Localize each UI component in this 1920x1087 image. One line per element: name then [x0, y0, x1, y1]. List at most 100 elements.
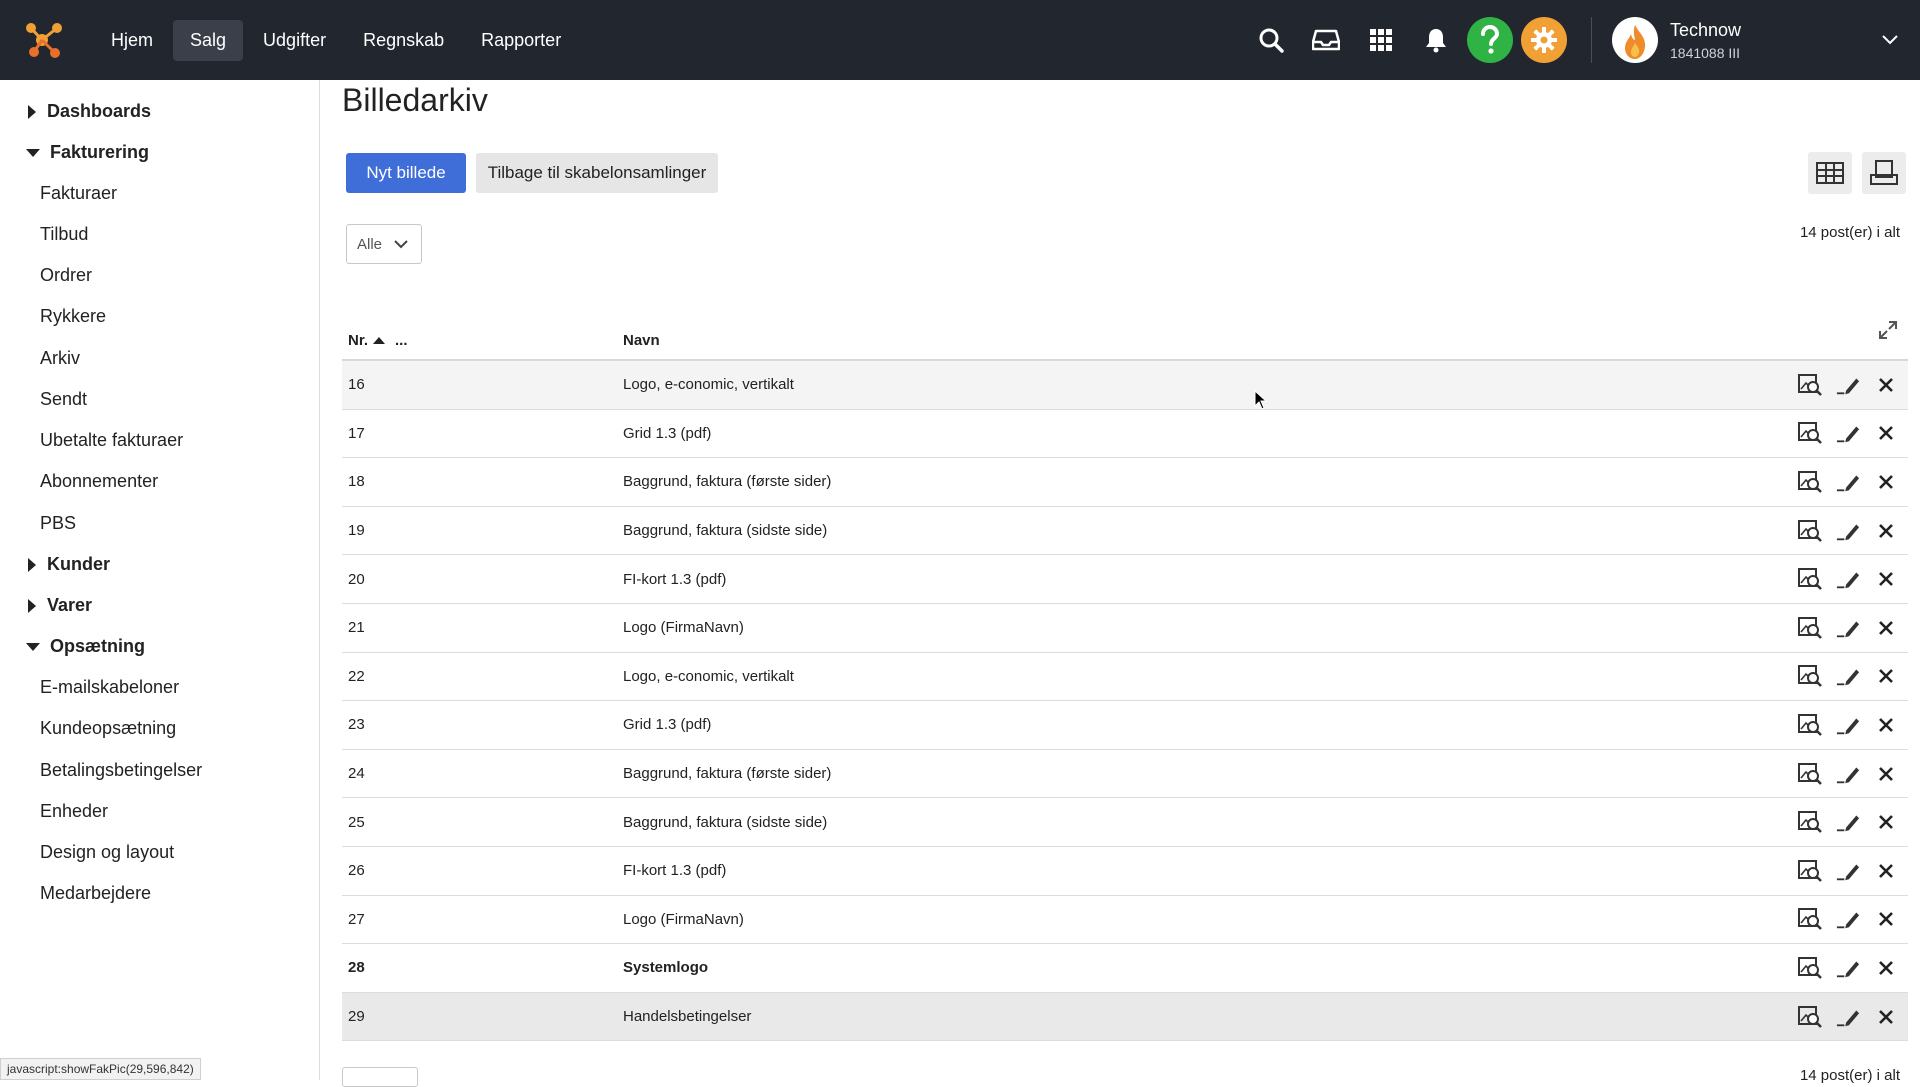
cell-navn[interactable]: Logo (FirmaNavn): [623, 619, 744, 636]
app-logo-icon[interactable]: [22, 18, 66, 62]
table-row[interactable]: 19 Baggrund, faktura (sidste side): [342, 507, 1908, 556]
table-row[interactable]: 22 Logo, e-conomic, vertikalt: [342, 653, 1908, 702]
delete-x-icon[interactable]: [1874, 713, 1898, 737]
sidebar-item-ubetalte-fakturaer[interactable]: Ubetalte fakturaer: [40, 430, 183, 451]
preview-image-icon[interactable]: [1798, 859, 1822, 883]
sidebar-item-enheder[interactable]: Enheder: [40, 801, 108, 822]
chevron-down-icon[interactable]: [1860, 35, 1920, 45]
cell-navn[interactable]: Baggrund, faktura (første sider): [623, 473, 831, 490]
cell-navn[interactable]: Handelsbetingelser: [623, 1008, 751, 1025]
delete-x-icon[interactable]: [1874, 567, 1898, 591]
page-size-select[interactable]: [342, 1067, 418, 1087]
sidebar-item-kundeopsaetning[interactable]: Kundeopsætning: [40, 718, 176, 739]
sidebar-item-tilbud[interactable]: Tilbud: [40, 224, 88, 245]
edit-pencil-icon[interactable]: [1836, 907, 1860, 931]
sidebar-item-pbs[interactable]: PBS: [40, 513, 76, 534]
expand-icon[interactable]: [1878, 320, 1898, 344]
table-row[interactable]: 29 Handelsbetingelser: [342, 992, 1908, 1042]
preview-image-icon[interactable]: [1798, 616, 1822, 640]
delete-x-icon[interactable]: [1874, 956, 1898, 980]
delete-x-icon[interactable]: [1874, 664, 1898, 688]
help-icon[interactable]: [1467, 17, 1513, 63]
print-icon[interactable]: [1862, 152, 1906, 194]
search-icon[interactable]: [1243, 0, 1298, 80]
cell-navn[interactable]: Baggrund, faktura (sidste side): [623, 814, 827, 831]
sidebar-item-betalingsbetingelser[interactable]: Betalingsbetingelser: [40, 760, 202, 781]
cell-navn[interactable]: Baggrund, faktura (første sider): [623, 765, 831, 782]
apps-grid-icon[interactable]: [1353, 0, 1408, 80]
settings-gear-icon[interactable]: [1521, 17, 1567, 63]
table-row[interactable]: 27 Logo (FirmaNavn): [342, 896, 1908, 945]
delete-x-icon[interactable]: [1874, 470, 1898, 494]
cell-navn[interactable]: Baggrund, faktura (sidste side): [623, 522, 827, 539]
table-view-icon[interactable]: [1808, 152, 1852, 194]
delete-x-icon[interactable]: [1874, 519, 1898, 543]
delete-x-icon[interactable]: [1874, 859, 1898, 883]
edit-pencil-icon[interactable]: [1836, 713, 1860, 737]
edit-pencil-icon[interactable]: [1836, 762, 1860, 786]
edit-pencil-icon[interactable]: [1836, 470, 1860, 494]
preview-image-icon[interactable]: [1798, 567, 1822, 591]
cell-navn[interactable]: FI-kort 1.3 (pdf): [623, 862, 726, 879]
nav-hjem[interactable]: Hjem: [94, 20, 170, 61]
preview-image-icon[interactable]: [1798, 664, 1822, 688]
edit-pencil-icon[interactable]: [1836, 664, 1860, 688]
delete-x-icon[interactable]: [1874, 616, 1898, 640]
sidebar-item-fakturaer[interactable]: Fakturaer: [40, 183, 117, 204]
sidebar-section-varer[interactable]: Varer: [26, 595, 92, 616]
edit-pencil-icon[interactable]: [1836, 421, 1860, 445]
preview-image-icon[interactable]: [1798, 519, 1822, 543]
delete-x-icon[interactable]: [1874, 421, 1898, 445]
nav-rapporter[interactable]: Rapporter: [464, 20, 578, 61]
sidebar-item-abonnementer[interactable]: Abonnementer: [40, 471, 158, 492]
preview-image-icon[interactable]: [1798, 956, 1822, 980]
edit-pencil-icon[interactable]: [1836, 956, 1860, 980]
table-row[interactable]: 21 Logo (FirmaNavn): [342, 604, 1908, 653]
cell-navn[interactable]: Logo, e-conomic, vertikalt: [623, 668, 794, 685]
edit-pencil-icon[interactable]: [1836, 373, 1860, 397]
cell-navn[interactable]: Grid 1.3 (pdf): [623, 425, 711, 442]
cell-navn[interactable]: Logo, e-conomic, vertikalt: [623, 376, 794, 393]
table-row[interactable]: 23 Grid 1.3 (pdf): [342, 701, 1908, 750]
preview-image-icon[interactable]: [1798, 810, 1822, 834]
cell-navn[interactable]: FI-kort 1.3 (pdf): [623, 571, 726, 588]
table-row[interactable]: 18 Baggrund, faktura (første sider): [342, 458, 1908, 507]
cell-navn[interactable]: Logo (FirmaNavn): [623, 911, 744, 928]
sidebar-section-kunder[interactable]: Kunder: [26, 554, 110, 575]
preview-image-icon[interactable]: [1798, 421, 1822, 445]
sidebar-item-arkiv[interactable]: Arkiv: [40, 348, 80, 369]
edit-pencil-icon[interactable]: [1836, 1005, 1860, 1029]
back-to-template-collections-button[interactable]: Tilbage til skabelonsamlinger: [476, 153, 718, 193]
edit-pencil-icon[interactable]: [1836, 859, 1860, 883]
delete-x-icon[interactable]: [1874, 810, 1898, 834]
column-options[interactable]: ...: [395, 332, 408, 349]
user-info[interactable]: Technow 1841088 III: [1670, 20, 1860, 61]
user-avatar[interactable]: [1612, 17, 1658, 63]
sidebar-section-dashboards[interactable]: Dashboards: [26, 101, 151, 122]
preview-image-icon[interactable]: [1798, 907, 1822, 931]
preview-image-icon[interactable]: [1798, 373, 1822, 397]
column-header-nr[interactable]: Nr. ...: [348, 332, 408, 349]
nav-udgifter[interactable]: Udgifter: [246, 20, 343, 61]
table-row[interactable]: 24 Baggrund, faktura (første sider): [342, 750, 1908, 799]
edit-pencil-icon[interactable]: [1836, 616, 1860, 640]
sidebar-item-ordrer[interactable]: Ordrer: [40, 265, 92, 286]
sidebar-item-medarbejdere[interactable]: Medarbejdere: [40, 883, 151, 904]
sidebar-item-design-og-layout[interactable]: Design og layout: [40, 842, 174, 863]
inbox-icon[interactable]: [1298, 0, 1353, 80]
delete-x-icon[interactable]: [1874, 1005, 1898, 1029]
delete-x-icon[interactable]: [1874, 762, 1898, 786]
nav-regnskab[interactable]: Regnskab: [346, 20, 461, 61]
filter-select[interactable]: Alle: [346, 224, 422, 264]
preview-image-icon[interactable]: [1798, 713, 1822, 737]
sidebar-item-sendt[interactable]: Sendt: [40, 389, 87, 410]
sidebar-section-opsaetning[interactable]: Opsætning: [26, 636, 145, 657]
table-row[interactable]: 28 Systemlogo: [342, 944, 1908, 993]
edit-pencil-icon[interactable]: [1836, 810, 1860, 834]
cell-navn[interactable]: Grid 1.3 (pdf): [623, 716, 711, 733]
table-row[interactable]: 26 FI-kort 1.3 (pdf): [342, 847, 1908, 896]
table-row[interactable]: 20 FI-kort 1.3 (pdf): [342, 555, 1908, 604]
table-row[interactable]: 25 Baggrund, faktura (sidste side): [342, 798, 1908, 847]
new-image-button[interactable]: Nyt billede: [346, 153, 466, 193]
column-header-navn[interactable]: Navn: [623, 332, 660, 349]
